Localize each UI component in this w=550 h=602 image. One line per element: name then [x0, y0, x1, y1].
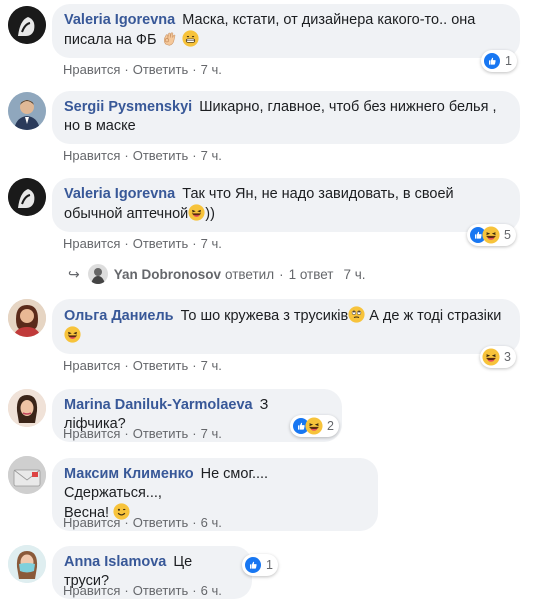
comment-time[interactable]: 7 ч. [201, 236, 222, 251]
separator-dot: · [192, 236, 197, 251]
separator-dot: · [124, 148, 129, 163]
comment-time[interactable]: 6 ч. [201, 583, 222, 598]
avatar[interactable] [8, 299, 46, 337]
comment-author[interactable]: Ольга Даниель [64, 308, 174, 324]
reaction-counter[interactable]: 5 [467, 224, 516, 246]
reply-verb: ответил [225, 266, 275, 282]
comment-text-tail: )) [205, 206, 215, 222]
haha-reaction-icon [305, 417, 323, 435]
reply-avatar [87, 264, 108, 284]
reaction-counter[interactable]: 1 [242, 554, 278, 576]
comment-bubble: Ольга Даниель То шо кружева з трусиків А… [52, 299, 520, 354]
separator-dot: · [279, 266, 284, 282]
reaction-count: 3 [504, 350, 511, 364]
comment-time[interactable]: 7 ч. [201, 426, 222, 441]
comment-author[interactable]: Максим Клименко [64, 466, 194, 482]
separator-dot: · [124, 515, 129, 530]
like-link[interactable]: Нравится [63, 426, 120, 441]
grin-emoji-icon [182, 30, 199, 47]
reply-link[interactable]: Ответить [133, 515, 189, 530]
separator-dot: · [192, 583, 197, 598]
separator-dot: · [192, 515, 197, 530]
ok-hand-icon [161, 30, 178, 47]
comment-time[interactable]: 6 ч. [201, 515, 222, 530]
comment-text: То шо кружева з трусиків [180, 308, 349, 324]
comment-time[interactable]: 7 ч. [201, 358, 222, 373]
avatar[interactable] [8, 456, 46, 494]
comment-bubble: Sergii Pysmenskyi Шикарно, главное, чтоб… [52, 91, 520, 144]
separator-dot: · [192, 358, 197, 373]
reaction-counter[interactable]: 2 [290, 415, 339, 437]
separator-dot: · [192, 426, 197, 441]
like-link[interactable]: Нравится [63, 236, 120, 251]
comment-actions: Нравится · Ответить · 6 ч. [63, 583, 222, 598]
comment-time[interactable]: 7 ч. [201, 62, 222, 77]
haha-reaction-icon [482, 348, 500, 366]
reply-arrow-icon: ↪ [68, 265, 80, 282]
comment-actions: Нравится · Ответить · 7 ч. [63, 148, 222, 163]
like-link[interactable]: Нравится [63, 358, 120, 373]
comment-author[interactable]: Valeria Igorevna [64, 12, 175, 28]
eye-roll-emoji-icon [348, 306, 365, 323]
laughing-emoji-icon [64, 326, 81, 343]
reply-link[interactable]: Ответить [133, 358, 189, 373]
comment-author[interactable]: Anna Islamova [64, 554, 166, 570]
like-link[interactable]: Нравится [63, 148, 120, 163]
reaction-count: 1 [505, 54, 512, 68]
separator-dot: · [124, 583, 129, 598]
reply-author: Yan Dobronosov [113, 266, 221, 282]
reaction-count: 2 [327, 419, 334, 433]
comment-bubble: Valeria Igorevna Так что Ян, не надо зав… [52, 178, 520, 232]
comment-actions: Нравится · Ответить · 6 ч. [63, 515, 222, 530]
reaction-counter[interactable]: 3 [480, 346, 516, 368]
view-replies-link[interactable]: ↪ Yan Dobronosov ответил · 1 ответ 7 ч. [68, 264, 366, 284]
like-reaction-icon [483, 52, 501, 70]
comment-text: обычной аптечной [64, 206, 189, 222]
comment-bubble: Valeria Igorevna Маска, кстати, от дизай… [52, 4, 520, 58]
like-reaction-icon [244, 556, 262, 574]
reply-link[interactable]: Ответить [133, 583, 189, 598]
reply-count: 1 ответ [288, 266, 334, 282]
separator-dot: · [124, 236, 129, 251]
comment-author[interactable]: Sergii Pysmenskyi [64, 99, 192, 115]
avatar[interactable] [8, 545, 46, 583]
comment-text-tail: А де ж тоді стразіки [369, 308, 502, 324]
separator-dot: · [192, 148, 197, 163]
reaction-counter[interactable]: 1 [481, 50, 517, 72]
reaction-count: 1 [266, 558, 273, 572]
reaction-count: 5 [504, 228, 511, 242]
separator-dot: · [124, 426, 129, 441]
reply-link[interactable]: Ответить [133, 236, 189, 251]
reply-link[interactable]: Ответить [133, 148, 189, 163]
comment-author[interactable]: Valeria Igorevna [64, 186, 175, 202]
avatar[interactable] [8, 178, 46, 216]
avatar[interactable] [8, 6, 46, 44]
laughing-emoji-icon [188, 204, 205, 221]
reply-link[interactable]: Ответить [133, 62, 189, 77]
like-link[interactable]: Нравится [63, 515, 120, 530]
like-link[interactable]: Нравится [63, 62, 120, 77]
haha-reaction-icon [482, 226, 500, 244]
comment-text: Так что Ян, не надо завидовать, в своей [182, 186, 454, 202]
separator-dot: · [124, 62, 129, 77]
comment-actions: Нравится · Ответить · 7 ч. [63, 426, 222, 441]
like-link[interactable]: Нравится [63, 583, 120, 598]
comment-actions: Нравится · Ответить · 7 ч. [63, 62, 222, 77]
comment-author[interactable]: Marina Daniluk-Yarmolaeva [64, 397, 253, 413]
reply-link[interactable]: Ответить [133, 426, 189, 441]
avatar[interactable] [8, 389, 46, 427]
avatar[interactable] [8, 92, 46, 130]
reply-time: 7 ч. [343, 266, 366, 282]
comment-actions: Нравится · Ответить · 7 ч. [63, 358, 222, 373]
separator-dot: · [124, 358, 129, 373]
comment-time[interactable]: 7 ч. [201, 148, 222, 163]
comment-actions: Нравится · Ответить · 7 ч. [63, 236, 222, 251]
separator-dot: · [192, 62, 197, 77]
